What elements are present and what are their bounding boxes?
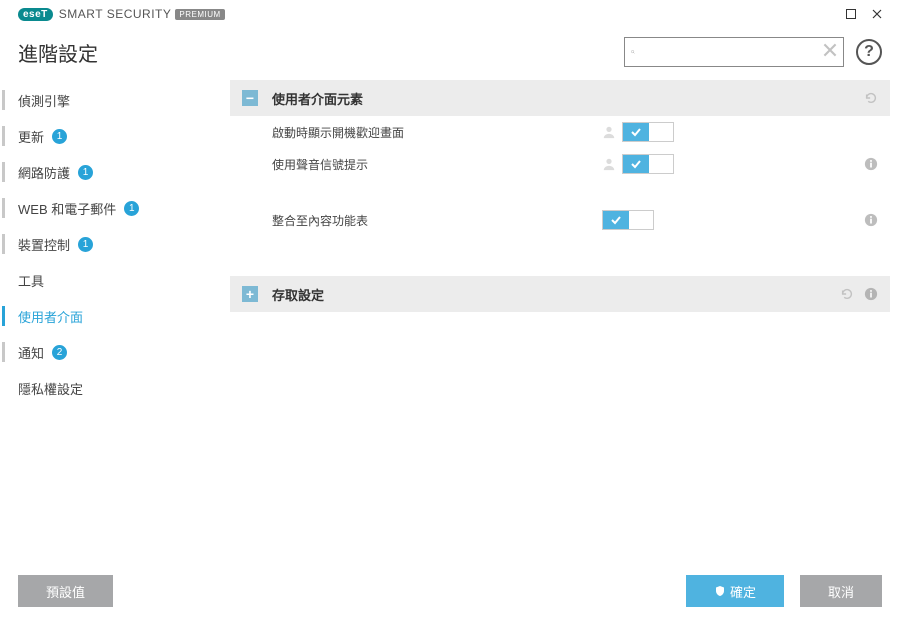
info-button[interactable] <box>864 213 878 227</box>
sidebar-item-label: 工具 <box>18 271 44 290</box>
setting-label: 啟動時顯示開機歡迎畫面 <box>272 124 602 141</box>
setting-label: 整合至內容功能表 <box>272 212 602 229</box>
sidebar-item-label: 更新 <box>18 127 44 146</box>
header: 進階設定 ? <box>0 28 900 76</box>
sidebar-item-0[interactable]: 偵測引擎 <box>0 82 220 118</box>
clear-icon <box>823 43 837 57</box>
title-bar: eseT SMART SECURITY PREMIUM <box>0 0 900 28</box>
section-title: 使用者介面元素 <box>272 89 856 108</box>
expand-icon: + <box>242 286 258 302</box>
setting-label: 使用聲音信號提示 <box>272 156 602 173</box>
sidebar-item-label: 使用者介面 <box>18 307 83 326</box>
section-header-0[interactable]: −使用者介面元素 <box>230 80 890 116</box>
sidebar-item-label: WEB 和電子郵件 <box>18 199 116 218</box>
toggle-switch[interactable] <box>622 122 674 142</box>
help-icon: ? <box>864 43 874 61</box>
collapse-icon: − <box>242 90 258 106</box>
search-box[interactable] <box>624 37 844 67</box>
defaults-button[interactable]: 預設值 <box>18 575 113 607</box>
cancel-button[interactable]: 取消 <box>800 575 882 607</box>
sidebar-badge: 1 <box>78 237 93 252</box>
check-icon <box>623 123 649 141</box>
ok-label: 確定 <box>730 582 756 601</box>
brand-badge: eseT <box>18 8 53 21</box>
page-title: 進階設定 <box>18 38 98 67</box>
close-icon <box>872 9 882 19</box>
sidebar-badge: 2 <box>52 345 67 360</box>
toggle-switch[interactable] <box>602 210 654 230</box>
search-icon <box>631 45 635 59</box>
sidebar-item-4[interactable]: 裝置控制 1 <box>0 226 220 262</box>
sidebar-item-8[interactable]: 隱私權設定 <box>0 370 220 406</box>
window-maximize-button[interactable] <box>838 4 864 24</box>
reset-button[interactable] <box>864 91 878 105</box>
sidebar-badge: 1 <box>78 165 93 180</box>
content-panel: −使用者介面元素啟動時顯示開機歡迎畫面使用聲音信號提示整合至內容功能表+存取設定 <box>220 76 900 562</box>
product-tier: PREMIUM <box>175 9 224 20</box>
reset-button[interactable] <box>840 287 854 301</box>
user-icon <box>602 125 616 139</box>
search-input[interactable] <box>641 45 817 60</box>
sidebar-item-5[interactable]: 工具 <box>0 262 220 298</box>
check-icon <box>623 155 649 173</box>
sidebar-item-3[interactable]: WEB 和電子郵件 1 <box>0 190 220 226</box>
sidebar-item-label: 隱私權設定 <box>18 379 83 398</box>
square-icon <box>846 9 856 19</box>
sidebar-item-label: 偵測引擎 <box>18 91 70 110</box>
window-close-button[interactable] <box>864 4 890 24</box>
sidebar-item-label: 裝置控制 <box>18 235 70 254</box>
toggle-switch[interactable] <box>622 154 674 174</box>
sidebar: 偵測引擎更新 1 網路防護 1 WEB 和電子郵件 1 裝置控制 1 工具使用者介面通知 2 隱私權… <box>0 76 220 562</box>
sidebar-item-7[interactable]: 通知 2 <box>0 334 220 370</box>
info-button[interactable] <box>864 287 878 301</box>
check-icon <box>603 211 629 229</box>
info-button[interactable] <box>864 157 878 171</box>
search-clear-button[interactable] <box>823 43 837 61</box>
ok-button[interactable]: 確定 <box>686 575 784 607</box>
setting-row-0-0: 啟動時顯示開機歡迎畫面 <box>230 116 890 148</box>
sidebar-badge: 1 <box>52 129 67 144</box>
setting-row-0-1: 使用聲音信號提示 <box>230 148 890 180</box>
setting-row-0-2: 整合至內容功能表 <box>230 204 890 236</box>
sidebar-item-1[interactable]: 更新 1 <box>0 118 220 154</box>
sidebar-badge: 1 <box>124 201 139 216</box>
section-title: 存取設定 <box>272 285 832 304</box>
sidebar-item-label: 網路防護 <box>18 163 70 182</box>
sidebar-item-label: 通知 <box>18 343 44 362</box>
product-name: SMART SECURITY <box>59 7 172 21</box>
sidebar-item-2[interactable]: 網路防護 1 <box>0 154 220 190</box>
shield-icon <box>714 585 726 597</box>
user-icon <box>602 157 616 171</box>
sidebar-item-6[interactable]: 使用者介面 <box>0 298 220 334</box>
section-header-1[interactable]: + 存取設定 <box>230 276 890 312</box>
footer: 預設值 確定 取消 <box>0 562 900 620</box>
help-button[interactable]: ? <box>856 39 882 65</box>
